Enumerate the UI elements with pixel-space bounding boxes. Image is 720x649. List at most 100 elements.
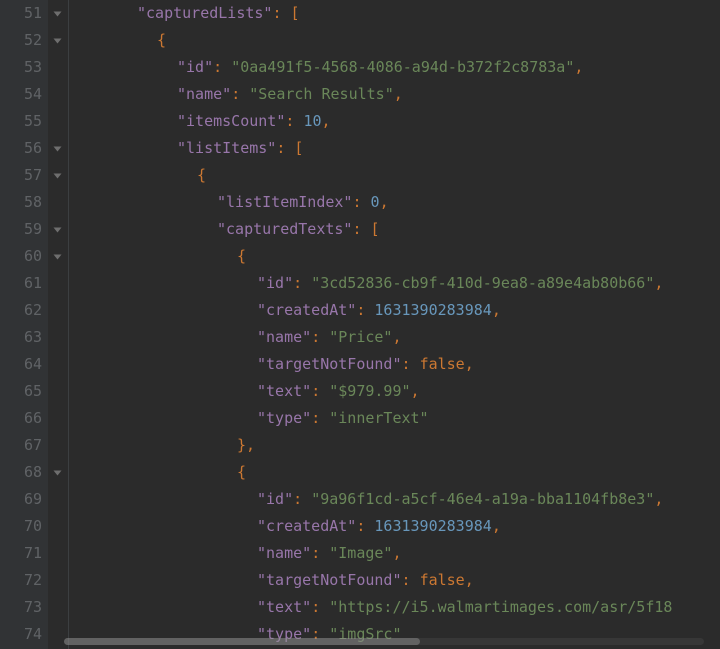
token-num: 1631390283984 — [374, 513, 491, 540]
line-number: 62 — [0, 297, 48, 324]
line-number: 72 — [0, 567, 48, 594]
fold-column — [48, 0, 69, 649]
token-punc: { — [237, 243, 246, 270]
line-number: 61 — [0, 270, 48, 297]
token-punc: , — [492, 513, 501, 540]
line-number: 52 — [0, 27, 48, 54]
token-punc: , — [392, 540, 401, 567]
code-line[interactable]: "itemsCount": 10, — [77, 108, 720, 135]
fold-toggle-icon[interactable] — [53, 171, 63, 181]
token-punc: : — [293, 270, 311, 297]
token-key: "itemsCount" — [177, 108, 285, 135]
token-punc: , — [394, 81, 403, 108]
code-line[interactable]: "id": "9a96f1cd-a5cf-46e4-a19a-bba1104fb… — [77, 486, 720, 513]
token-punc: , — [322, 108, 331, 135]
line-number: 68 — [0, 459, 48, 486]
token-str: "Price" — [329, 324, 392, 351]
code-line[interactable]: "targetNotFound": false, — [77, 567, 720, 594]
code-line[interactable]: "listItemIndex": 0, — [77, 189, 720, 216]
code-line[interactable]: "text": "$979.99", — [77, 378, 720, 405]
line-number: 73 — [0, 594, 48, 621]
line-number: 51 — [0, 0, 48, 27]
token-key: "id" — [257, 486, 293, 513]
code-line[interactable]: "createdAt": 1631390283984, — [77, 513, 720, 540]
code-line[interactable]: "name": "Search Results", — [77, 81, 720, 108]
token-key: "text" — [257, 378, 311, 405]
token-punc: , — [411, 378, 420, 405]
code-area[interactable]: "capturedLists": [{"id": "0aa491f5-4568-… — [69, 0, 720, 649]
horizontal-scrollbar[interactable] — [64, 638, 704, 645]
token-key: "text" — [257, 594, 311, 621]
code-line[interactable]: "createdAt": 1631390283984, — [77, 297, 720, 324]
token-str: "9a96f1cd-a5cf-46e4-a19a-bba1104fb8e3" — [311, 486, 654, 513]
token-key: "id" — [257, 270, 293, 297]
code-line[interactable]: "type": "innerText" — [77, 405, 720, 432]
code-line[interactable]: "capturedLists": [ — [77, 0, 720, 27]
token-str: "Search Results" — [249, 81, 394, 108]
token-punc: : — [311, 594, 329, 621]
line-number: 70 — [0, 513, 48, 540]
token-punc: { — [157, 27, 166, 54]
code-line[interactable]: "id": "0aa491f5-4568-4086-a94d-b372f2c87… — [77, 54, 720, 81]
line-number: 65 — [0, 378, 48, 405]
code-line[interactable]: "capturedTexts": [ — [77, 216, 720, 243]
token-key: "name" — [177, 81, 231, 108]
token-punc: : — [356, 513, 374, 540]
token-key: "name" — [257, 540, 311, 567]
line-number: 66 — [0, 405, 48, 432]
code-line[interactable]: { — [77, 459, 720, 486]
fold-toggle-icon[interactable] — [53, 225, 63, 235]
token-punc: , — [654, 270, 663, 297]
code-line[interactable]: { — [77, 243, 720, 270]
token-punc: , — [574, 54, 583, 81]
token-num: 10 — [303, 108, 321, 135]
token-punc: : [ — [276, 135, 303, 162]
token-punc: : — [311, 324, 329, 351]
token-punc: : [ — [272, 0, 299, 27]
token-punc: : [ — [352, 216, 379, 243]
line-number: 56 — [0, 135, 48, 162]
token-str: "innerText" — [329, 405, 428, 432]
code-line[interactable]: "text": "https://i5.walmartimages.com/as… — [77, 594, 720, 621]
code-line[interactable]: "name": "Price", — [77, 324, 720, 351]
token-str: "3cd52836-cb9f-410d-9ea8-a89e4ab80b66" — [311, 270, 654, 297]
line-number: 60 — [0, 243, 48, 270]
token-punc: : — [285, 108, 303, 135]
fold-toggle-icon[interactable] — [53, 252, 63, 262]
code-line[interactable]: "name": "Image", — [77, 540, 720, 567]
token-kw: false — [420, 351, 465, 378]
line-number: 54 — [0, 81, 48, 108]
token-punc: : — [311, 378, 329, 405]
line-number: 64 — [0, 351, 48, 378]
token-punc: }, — [237, 432, 255, 459]
line-number: 53 — [0, 54, 48, 81]
code-line[interactable]: "id": "3cd52836-cb9f-410d-9ea8-a89e4ab80… — [77, 270, 720, 297]
token-punc: : — [356, 297, 374, 324]
line-number: 71 — [0, 540, 48, 567]
token-punc: { — [197, 162, 206, 189]
code-line[interactable]: { — [77, 162, 720, 189]
line-number-gutter: 5152535455565758596061626364656667686970… — [0, 0, 48, 649]
scrollbar-thumb[interactable] — [64, 638, 420, 645]
token-key: "type" — [257, 405, 311, 432]
line-number: 67 — [0, 432, 48, 459]
token-key: "name" — [257, 324, 311, 351]
token-key: "capturedLists" — [137, 0, 272, 27]
token-key: "createdAt" — [257, 297, 356, 324]
token-punc: : — [293, 486, 311, 513]
code-line[interactable]: }, — [77, 432, 720, 459]
token-punc: : — [311, 405, 329, 432]
fold-toggle-icon[interactable] — [53, 9, 63, 19]
token-str: "0aa491f5-4568-4086-a94d-b372f2c8783a" — [231, 54, 574, 81]
token-punc: : — [352, 189, 370, 216]
fold-toggle-icon[interactable] — [53, 36, 63, 46]
code-line[interactable]: "listItems": [ — [77, 135, 720, 162]
token-key: "targetNotFound" — [257, 567, 402, 594]
fold-toggle-icon[interactable] — [53, 468, 63, 478]
token-punc: , — [492, 297, 501, 324]
code-line[interactable]: "targetNotFound": false, — [77, 351, 720, 378]
code-editor[interactable]: 5152535455565758596061626364656667686970… — [0, 0, 720, 649]
token-punc: : — [231, 81, 249, 108]
fold-toggle-icon[interactable] — [53, 144, 63, 154]
code-line[interactable]: { — [77, 27, 720, 54]
